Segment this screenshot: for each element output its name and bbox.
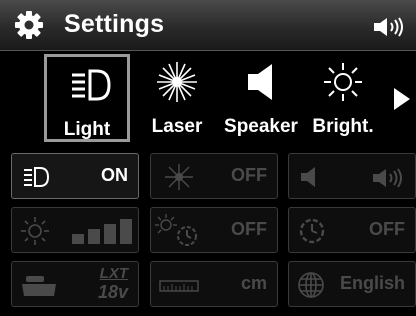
laser-burst-icon: [157, 62, 197, 102]
sun-icon: [21, 217, 49, 245]
brightness-level-icon: [72, 219, 132, 244]
battery-brand: LXT: [99, 265, 128, 282]
headlight-icon: [24, 167, 50, 187]
speaker-icon: [248, 64, 272, 100]
speaker-volume-icon[interactable]: [374, 17, 406, 37]
speaker-status-tile[interactable]: [288, 153, 416, 199]
right-arrow-icon[interactable]: [394, 88, 410, 110]
tab-speaker-label: Speaker: [224, 116, 298, 137]
tab-laser[interactable]: Laser: [134, 54, 220, 142]
sun-timer-icon: [155, 214, 197, 246]
brightness-tile[interactable]: [11, 207, 139, 253]
unit-tile[interactable]: cm: [150, 261, 278, 307]
battery-voltage: 18v: [97, 282, 128, 302]
speaker-icon: [301, 167, 315, 187]
tab-speaker[interactable]: Speaker: [218, 54, 304, 142]
light-status-tile[interactable]: ON: [11, 153, 139, 199]
sun-icon: [324, 63, 362, 101]
tab-light[interactable]: Light: [44, 54, 130, 142]
settings-grid: ON OFF OFF OFF LXT 18v cm English: [0, 148, 416, 316]
tab-brightness-label: Bright.: [312, 116, 374, 137]
settings-screen: Settings Light Laser Speaker Bright. ON …: [0, 0, 416, 316]
gear-icon: [15, 11, 43, 39]
battery-icon: [22, 276, 56, 296]
globe-icon: [298, 272, 324, 298]
speaker-volume-icon: [373, 168, 402, 188]
ruler-icon: [159, 280, 199, 292]
headlight-icon: [72, 69, 111, 101]
tab-brightness[interactable]: Bright.: [300, 54, 386, 142]
language-value: English: [339, 273, 405, 293]
auto-off-light-tile[interactable]: OFF: [150, 207, 278, 253]
tab-bar: Light Laser Speaker Bright.: [0, 51, 416, 146]
light-status-value: ON: [101, 165, 128, 185]
laser-status-value: OFF: [231, 165, 267, 185]
laser-burst-icon: [165, 164, 193, 190]
auto-off-light-value: OFF: [231, 219, 267, 239]
timer-icon: [299, 218, 325, 244]
unit-value: cm: [240, 273, 267, 293]
page-title: Settings: [64, 10, 165, 38]
auto-off-device-tile[interactable]: OFF: [288, 207, 416, 253]
tab-laser-label: Laser: [151, 116, 203, 137]
language-tile[interactable]: English: [288, 261, 416, 307]
header-bar: Settings: [0, 0, 416, 51]
laser-status-tile[interactable]: OFF: [150, 153, 278, 199]
battery-tile: LXT 18v: [11, 261, 139, 307]
auto-off-device-value: OFF: [369, 219, 405, 239]
tab-light-label: Light: [63, 119, 111, 140]
